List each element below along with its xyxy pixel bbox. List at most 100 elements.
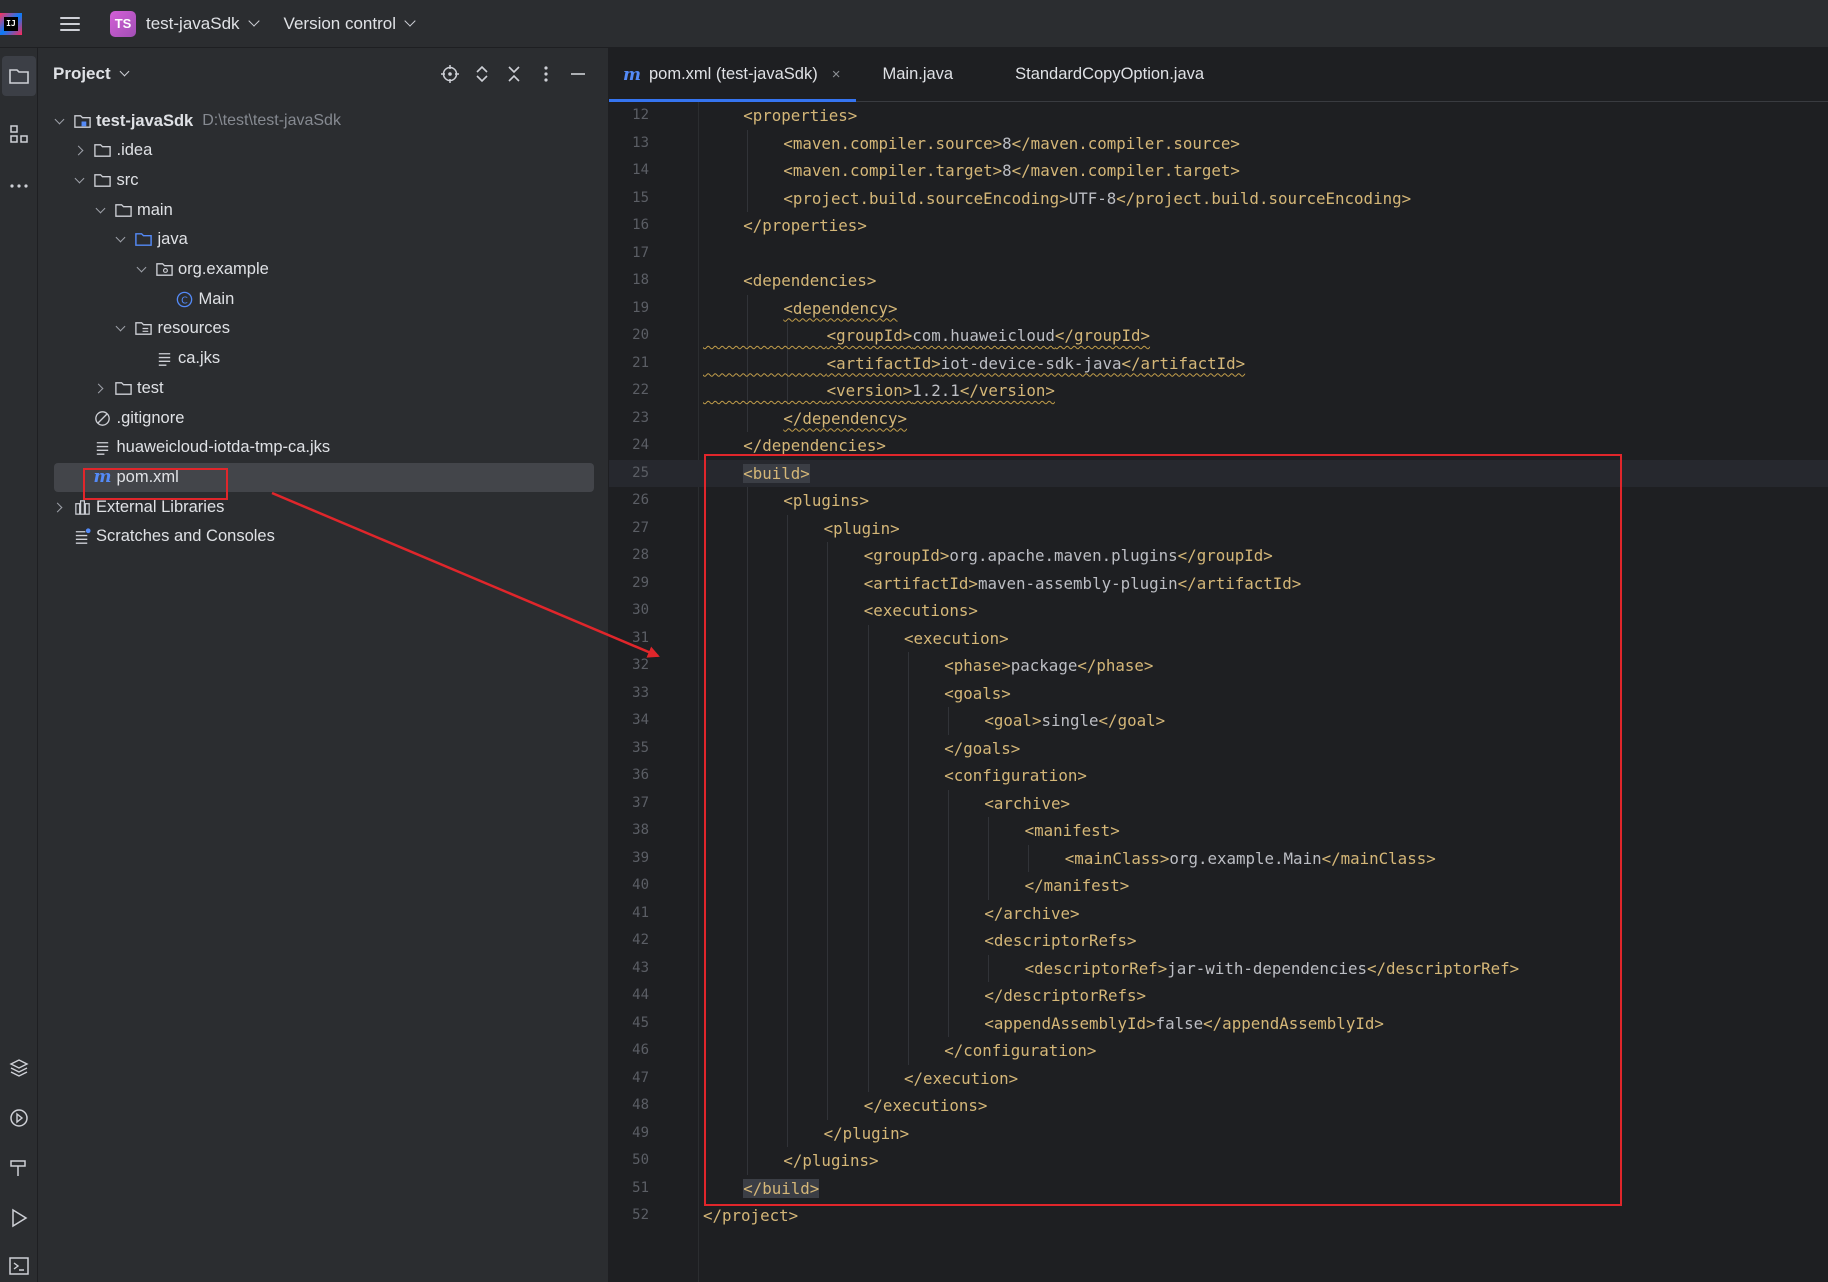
- line-number: 16: [632, 217, 649, 233]
- chevron-down-icon[interactable]: [93, 203, 107, 217]
- tree-item-path: D:\test\test-javaSdk: [202, 112, 341, 129]
- project-switcher[interactable]: TS test-javaSdk: [110, 8, 260, 40]
- terminal-icon[interactable]: [0, 1246, 38, 1282]
- tree-item[interactable]: huaweicloud-iotda-tmp-ca.jks: [38, 433, 609, 463]
- code-line: <properties>: [743, 106, 858, 125]
- line-number: 21: [632, 354, 649, 371]
- line-number: 48: [632, 1097, 649, 1113]
- line-number: 37: [632, 794, 649, 811]
- svg-text:C: C: [181, 295, 188, 306]
- line-number: 38: [632, 822, 649, 838]
- highlight-box-build: [704, 454, 1622, 1206]
- line-number: 12: [632, 107, 649, 123]
- folder-icon: [113, 200, 133, 220]
- tree-item-label: test: [137, 378, 164, 397]
- tree-item-label: Scratches and Consoles: [96, 527, 275, 546]
- code-line: <dependencies>: [743, 271, 877, 290]
- collapse-all-icon[interactable]: [502, 62, 526, 86]
- run-icon[interactable]: [0, 1198, 38, 1238]
- editor-tab[interactable]: CMain.java: [858, 48, 969, 101]
- editor-tab[interactable]: m pom.xml (test-javaSdk) ×: [609, 48, 857, 102]
- package-icon: [154, 260, 174, 280]
- text-file-icon: [154, 349, 174, 369]
- code-line: <artifactId>iot-device-sdk-java</artifac…: [826, 353, 1246, 373]
- version-control-switcher[interactable]: Version control: [283, 13, 416, 34]
- tree-item[interactable]: ca.jks: [38, 344, 609, 374]
- tree-item[interactable]: .gitignore: [38, 403, 609, 433]
- chevron-down-icon[interactable]: [134, 262, 148, 277]
- tree-item-label: .gitignore: [116, 408, 185, 427]
- tree-item[interactable]: src: [38, 165, 609, 195]
- chevron-down-icon[interactable]: [119, 66, 130, 77]
- code-line: </properties>: [743, 216, 867, 235]
- project-tool-icon[interactable]: [2, 56, 36, 96]
- line-number: 42: [632, 932, 649, 948]
- tree-item[interactable]: org.example: [38, 255, 609, 285]
- line-number: 14: [632, 162, 649, 178]
- line-number: 32: [632, 657, 649, 673]
- scratches-icon: [72, 527, 92, 547]
- chevron-down-icon[interactable]: [114, 321, 128, 336]
- line-number: 22: [632, 382, 649, 398]
- line-number: 24: [632, 437, 649, 453]
- locate-icon[interactable]: [438, 62, 462, 86]
- editor-tab[interactable]: EStandardCopyOption.java: [991, 48, 1220, 101]
- tree-item[interactable]: test-javaSdk D:\test\test-javaSdk: [38, 106, 609, 136]
- chevron-right-icon[interactable]: [52, 500, 66, 514]
- intellij-logo-icon[interactable]: IJ: [0, 12, 22, 35]
- tree-item[interactable]: C Main: [38, 284, 609, 314]
- hide-panel-icon[interactable]: [566, 62, 590, 86]
- folder-icon: [113, 378, 133, 398]
- line-number: 23: [632, 409, 649, 426]
- panel-title[interactable]: Project: [53, 64, 111, 84]
- maven-icon: m: [623, 64, 641, 85]
- code-line: </dependency>: [783, 408, 908, 428]
- close-icon[interactable]: ×: [832, 66, 841, 83]
- tree-item-label: test-javaSdk: [96, 111, 194, 130]
- tree-item[interactable]: java: [38, 225, 609, 255]
- gutter-separator: [698, 102, 699, 1282]
- tree-item[interactable]: resources: [38, 314, 609, 344]
- text-file-icon: [93, 438, 113, 458]
- folder-icon: [93, 170, 113, 190]
- main-menu-button[interactable]: [60, 11, 86, 37]
- code-line: </project>: [703, 1206, 799, 1225]
- source-folder-icon: [134, 230, 154, 250]
- chevron-down-icon[interactable]: [73, 173, 87, 187]
- tree-item[interactable]: test: [38, 373, 609, 403]
- maven-icon: m: [93, 467, 112, 488]
- line-number: 46: [632, 1042, 649, 1058]
- code-line: <groupId>com.huaweicloud</groupId>: [826, 326, 1151, 345]
- project-name: test-javaSdk: [146, 13, 240, 33]
- module-folder-icon: [72, 111, 92, 131]
- chevron-down-icon: [247, 15, 260, 27]
- code-line: <maven.compiler.target>8</maven.compiler…: [783, 161, 1240, 180]
- line-number: 17: [632, 244, 649, 261]
- expand-all-icon[interactable]: [470, 62, 494, 86]
- resources-folder-icon: [134, 319, 154, 339]
- more-tools-icon[interactable]: [0, 166, 38, 206]
- tree-item[interactable]: main: [38, 195, 609, 225]
- tree-item[interactable]: Scratches and Consoles: [38, 522, 609, 552]
- tab-label: StandardCopyOption.java: [1015, 65, 1205, 83]
- tree-item-label: main: [137, 200, 173, 219]
- build-icon[interactable]: [0, 1148, 38, 1188]
- project-panel: Project test-javaSdk D:\test\test-javaSdk…: [38, 48, 609, 1282]
- version-control-label: Version control: [283, 13, 396, 33]
- chevron-down-icon[interactable]: [114, 232, 128, 247]
- indent-guide: [747, 157, 748, 185]
- line-number: 13: [632, 134, 649, 151]
- services-icon[interactable]: [0, 1098, 38, 1138]
- editor-tab-bar: m pom.xml (test-javaSdk) × CMain.java EStand…: [609, 48, 1828, 102]
- chevron-down-icon[interactable]: [52, 114, 66, 128]
- indent-guide: [747, 294, 748, 322]
- chevron-right-icon[interactable]: [73, 144, 87, 158]
- options-icon[interactable]: [534, 62, 558, 86]
- line-number: 51: [632, 1179, 649, 1196]
- chevron-down-icon: [404, 15, 416, 27]
- layers-icon[interactable]: [0, 1048, 38, 1088]
- tree-item-label: huaweicloud-iotda-tmp-ca.jks: [116, 438, 331, 457]
- tree-item[interactable]: .idea: [38, 136, 609, 166]
- chevron-right-icon[interactable]: [93, 381, 107, 395]
- structure-tool-icon[interactable]: [0, 114, 38, 154]
